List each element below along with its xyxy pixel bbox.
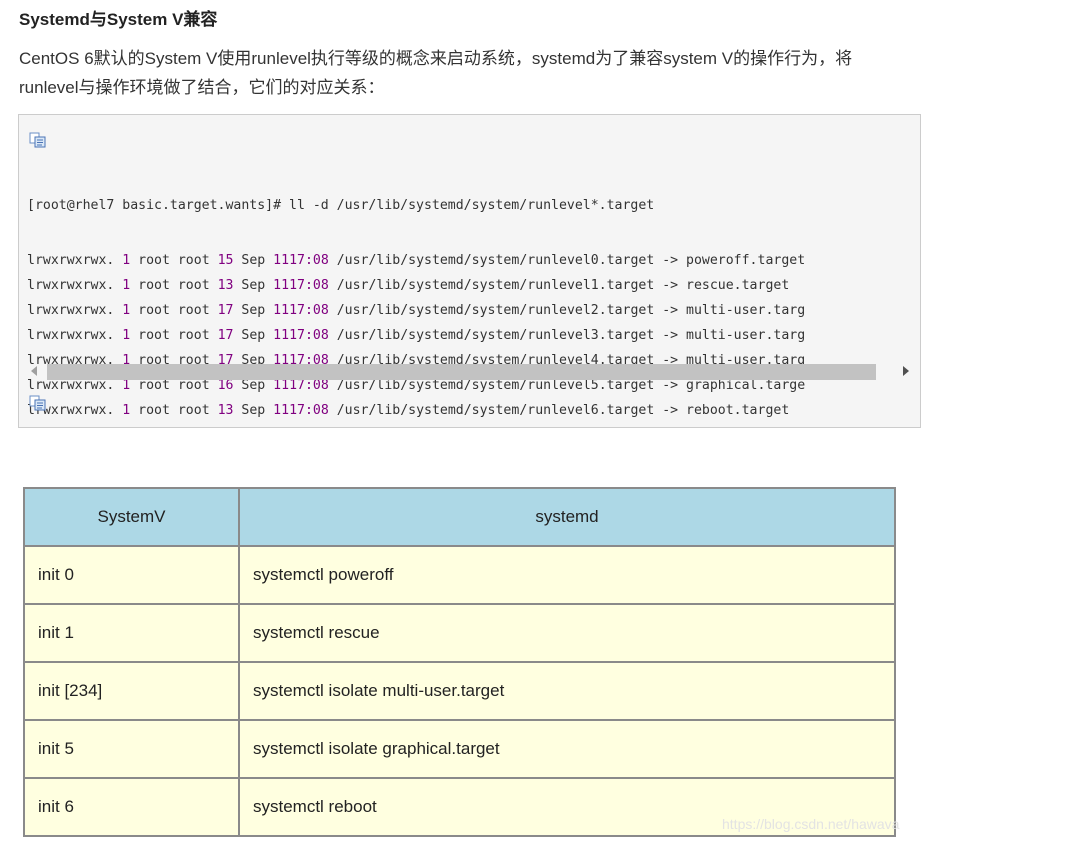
code-token-path: /usr/lib/systemd/system/runlevel6.target… (328, 403, 790, 418)
code-token-owner: root root (130, 253, 218, 268)
section-heading: Systemd与System V兼容 (19, 10, 218, 29)
code-token-path: /usr/lib/systemd/system/runlevel1.target… (328, 278, 790, 293)
code-token-size: 13 (217, 403, 234, 418)
table-header-systemd: systemd (238, 487, 896, 547)
code-token-mon: Sep (233, 403, 274, 418)
table-cell: systemctl rescue (238, 603, 896, 663)
scroll-right-arrow-icon[interactable] (903, 366, 909, 376)
table-cell: init 1 (23, 603, 240, 663)
table-cell: init 0 (23, 545, 240, 605)
code-token-day: 11 (273, 253, 290, 268)
table-row: init 0 systemctl poweroff (23, 545, 896, 605)
code-token-perm: lrwxrwxrwx. (27, 278, 123, 293)
watermark: https://blog.csdn.net/hawava (722, 816, 900, 832)
code-token-mon: Sep (233, 253, 274, 268)
code-token-owner: root root (130, 328, 218, 343)
table-row: init 1 systemctl rescue (23, 603, 896, 663)
code-token-perm: lrwxrwxrwx. (27, 253, 123, 268)
scrollbar-thumb[interactable] (47, 364, 876, 380)
horizontal-scrollbar[interactable] (27, 361, 915, 383)
table-cell: systemctl isolate graphical.target (238, 719, 896, 779)
code-token-day: 11 (273, 278, 290, 293)
code-line: lrwxrwxrwx. 1 root root 13 Sep 1117:08 /… (27, 398, 917, 423)
code-token-day: 11 (273, 328, 290, 343)
code-token-owner: root root (130, 278, 218, 293)
code-token-day: 11 (273, 403, 290, 418)
runlevel-mapping-table: SystemV systemd init 0 systemctl powerof… (23, 487, 896, 837)
code-token-path: /usr/lib/systemd/system/runlevel3.target… (328, 328, 806, 343)
scroll-left-arrow-icon[interactable] (31, 366, 37, 376)
code-token-owner: root root (130, 303, 218, 318)
code-token-mon: Sep (233, 303, 274, 318)
code-line: lrwxrwxrwx. 1 root root 17 Sep 1117:08 /… (27, 323, 917, 348)
table-cell: init 5 (23, 719, 240, 779)
code-token-path: /usr/lib/systemd/system/runlevel0.target… (328, 253, 806, 268)
table-row: init 5 systemctl isolate graphical.targe… (23, 719, 896, 779)
code-token-size: 17 (217, 303, 234, 318)
code-token-day: 11 (273, 303, 290, 318)
table-header-row: SystemV systemd (23, 487, 896, 547)
code-token-time: 17:08 (289, 253, 329, 268)
code-block: [root@rhel7 basic.target.wants]# ll -d /… (18, 114, 921, 428)
code-token-path: /usr/lib/systemd/system/runlevel2.target… (328, 303, 806, 318)
code-line: lrwxrwxrwx. 1 root root 15 Sep 1117:08 /… (27, 248, 917, 273)
table-cell: init [234] (23, 661, 240, 721)
code-token-perm: lrwxrwxrwx. (27, 328, 123, 343)
table-cell: systemctl poweroff (238, 545, 896, 605)
intro-paragraph: CentOS 6默认的System V使用runlevel执行等级的概念来启动系… (19, 49, 853, 97)
code-token-size: 17 (217, 328, 234, 343)
code-token-time: 17:08 (289, 328, 329, 343)
table-cell: systemctl isolate multi-user.target (238, 661, 896, 721)
code-token-size: 15 (217, 253, 234, 268)
table-header-systemv: SystemV (23, 487, 240, 547)
table-cell: init 6 (23, 777, 240, 837)
code-line: lrwxrwxrwx. 1 root root 13 Sep 1117:08 /… (27, 273, 917, 298)
code-line: lrwxrwxrwx. 1 root root 17 Sep 1117:08 /… (27, 298, 917, 323)
code-token-time: 17:08 (289, 403, 329, 418)
code-prompt-line: [root@rhel7 basic.target.wants]# ll -d /… (27, 198, 655, 213)
code-token-mon: Sep (233, 328, 274, 343)
code-token-time: 17:08 (289, 303, 329, 318)
copy-icon[interactable] (29, 395, 47, 411)
copy-icon[interactable] (29, 132, 47, 148)
code-token-size: 13 (217, 278, 234, 293)
code-token-mon: Sep (233, 278, 274, 293)
code-token-time: 17:08 (289, 278, 329, 293)
table-row: init [234] systemctl isolate multi-user.… (23, 661, 896, 721)
code-token-owner: root root (130, 403, 218, 418)
code-token-perm: lrwxrwxrwx. (27, 303, 123, 318)
code-content: [root@rhel7 basic.target.wants]# ll -d /… (27, 163, 917, 453)
